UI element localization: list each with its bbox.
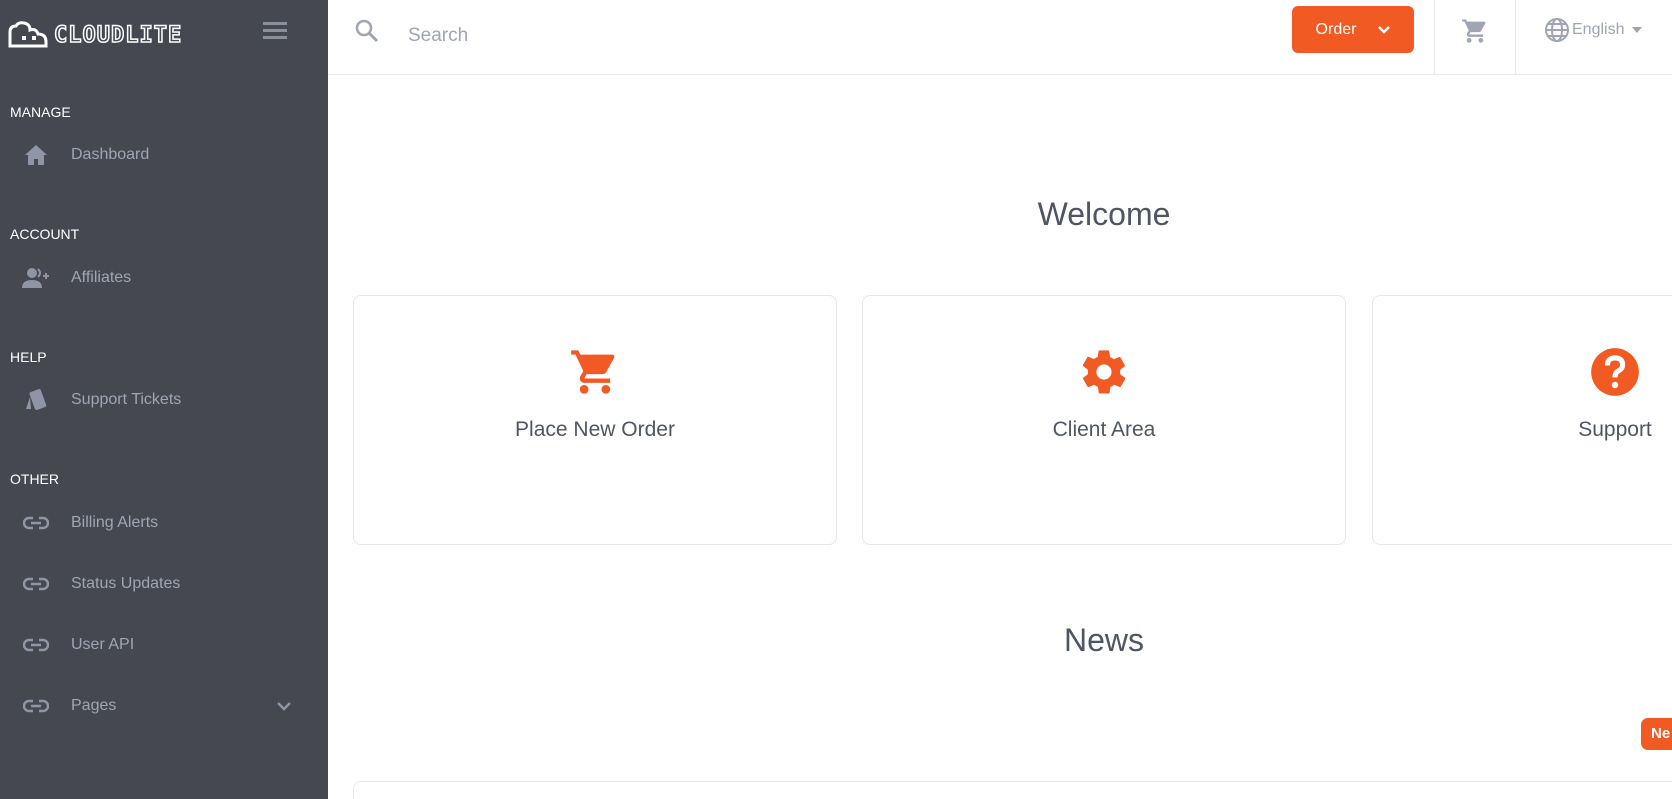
sidebar-item-affiliates[interactable]: Affiliates — [0, 258, 328, 298]
top-bar: Order English — [328, 0, 1672, 75]
chevron-down-icon[interactable] — [276, 701, 292, 711]
card-label: Client Area — [1052, 418, 1156, 441]
sidebar-item-dashboard[interactable]: Dashboard — [0, 135, 328, 175]
cloud-logo-icon — [8, 21, 48, 48]
client-area-card[interactable]: Client Area — [862, 295, 1346, 545]
language-selector[interactable]: English — [1544, 17, 1648, 43]
sidebar-item-label: Billing Alerts — [71, 514, 159, 531]
sidebar-item-user-api[interactable]: User API — [0, 625, 328, 665]
language-label: English — [1572, 21, 1625, 38]
gear-icon — [1082, 350, 1126, 394]
divider — [1434, 0, 1435, 75]
sidebar-item-status-updates[interactable]: Status Updates — [0, 564, 328, 604]
link-icon — [0, 699, 71, 713]
sidebar: CLOUDLITE MANAGE Dashboard ACCOUNT Affil… — [0, 0, 328, 799]
section-other: OTHER — [10, 471, 59, 487]
brand-name: CLOUDLITE — [53, 22, 183, 49]
sidebar-item-pages[interactable]: Pages — [0, 686, 328, 726]
cart-icon — [571, 350, 615, 394]
menu-toggle-button[interactable] — [263, 22, 287, 40]
caret-down-icon — [1632, 27, 1643, 33]
sidebar-item-label: Affiliates — [71, 269, 132, 286]
news-button[interactable]: Ne — [1641, 718, 1672, 750]
sidebar-item-label: Dashboard — [71, 146, 150, 163]
link-icon — [0, 577, 71, 591]
search-input[interactable] — [408, 16, 808, 56]
divider — [1515, 0, 1516, 75]
sidebar-item-billing-alerts[interactable]: Billing Alerts — [0, 503, 328, 543]
chevron-down-icon — [1378, 25, 1391, 34]
sidebar-item-label: Pages — [71, 697, 117, 714]
place-new-order-card[interactable]: Place New Order — [353, 295, 837, 545]
home-icon — [0, 144, 71, 166]
welcome-title: Welcome — [1037, 196, 1171, 232]
question-circle-icon — [1591, 348, 1639, 396]
sidebar-item-support-tickets[interactable]: Support Tickets — [0, 380, 328, 420]
card-label: Place New Order — [515, 418, 675, 441]
order-dropdown-button[interactable]: Order — [1292, 6, 1414, 53]
section-manage: MANAGE — [10, 104, 71, 120]
globe-icon — [1545, 18, 1569, 42]
sidebar-item-label: Status Updates — [71, 575, 181, 592]
card-label: Support — [1578, 418, 1652, 441]
section-account: ACCOUNT — [10, 226, 80, 242]
support-card[interactable]: Support — [1372, 295, 1672, 545]
section-help: HELP — [10, 349, 47, 365]
order-label: Order — [1315, 20, 1357, 38]
user-plus-icon — [0, 267, 71, 289]
ticket-icon — [0, 388, 71, 412]
sidebar-item-label: User API — [71, 636, 135, 653]
link-icon — [0, 638, 71, 652]
support-card-content: Support — [1557, 296, 1672, 442]
search-icon — [355, 19, 379, 43]
news-card — [353, 781, 1672, 799]
cart-icon[interactable] — [1461, 17, 1489, 45]
sidebar-item-label: Support Tickets — [71, 391, 182, 408]
logo[interactable]: CLOUDLITE — [6, 20, 182, 50]
link-icon — [0, 516, 71, 530]
news-title: News — [1063, 622, 1144, 658]
